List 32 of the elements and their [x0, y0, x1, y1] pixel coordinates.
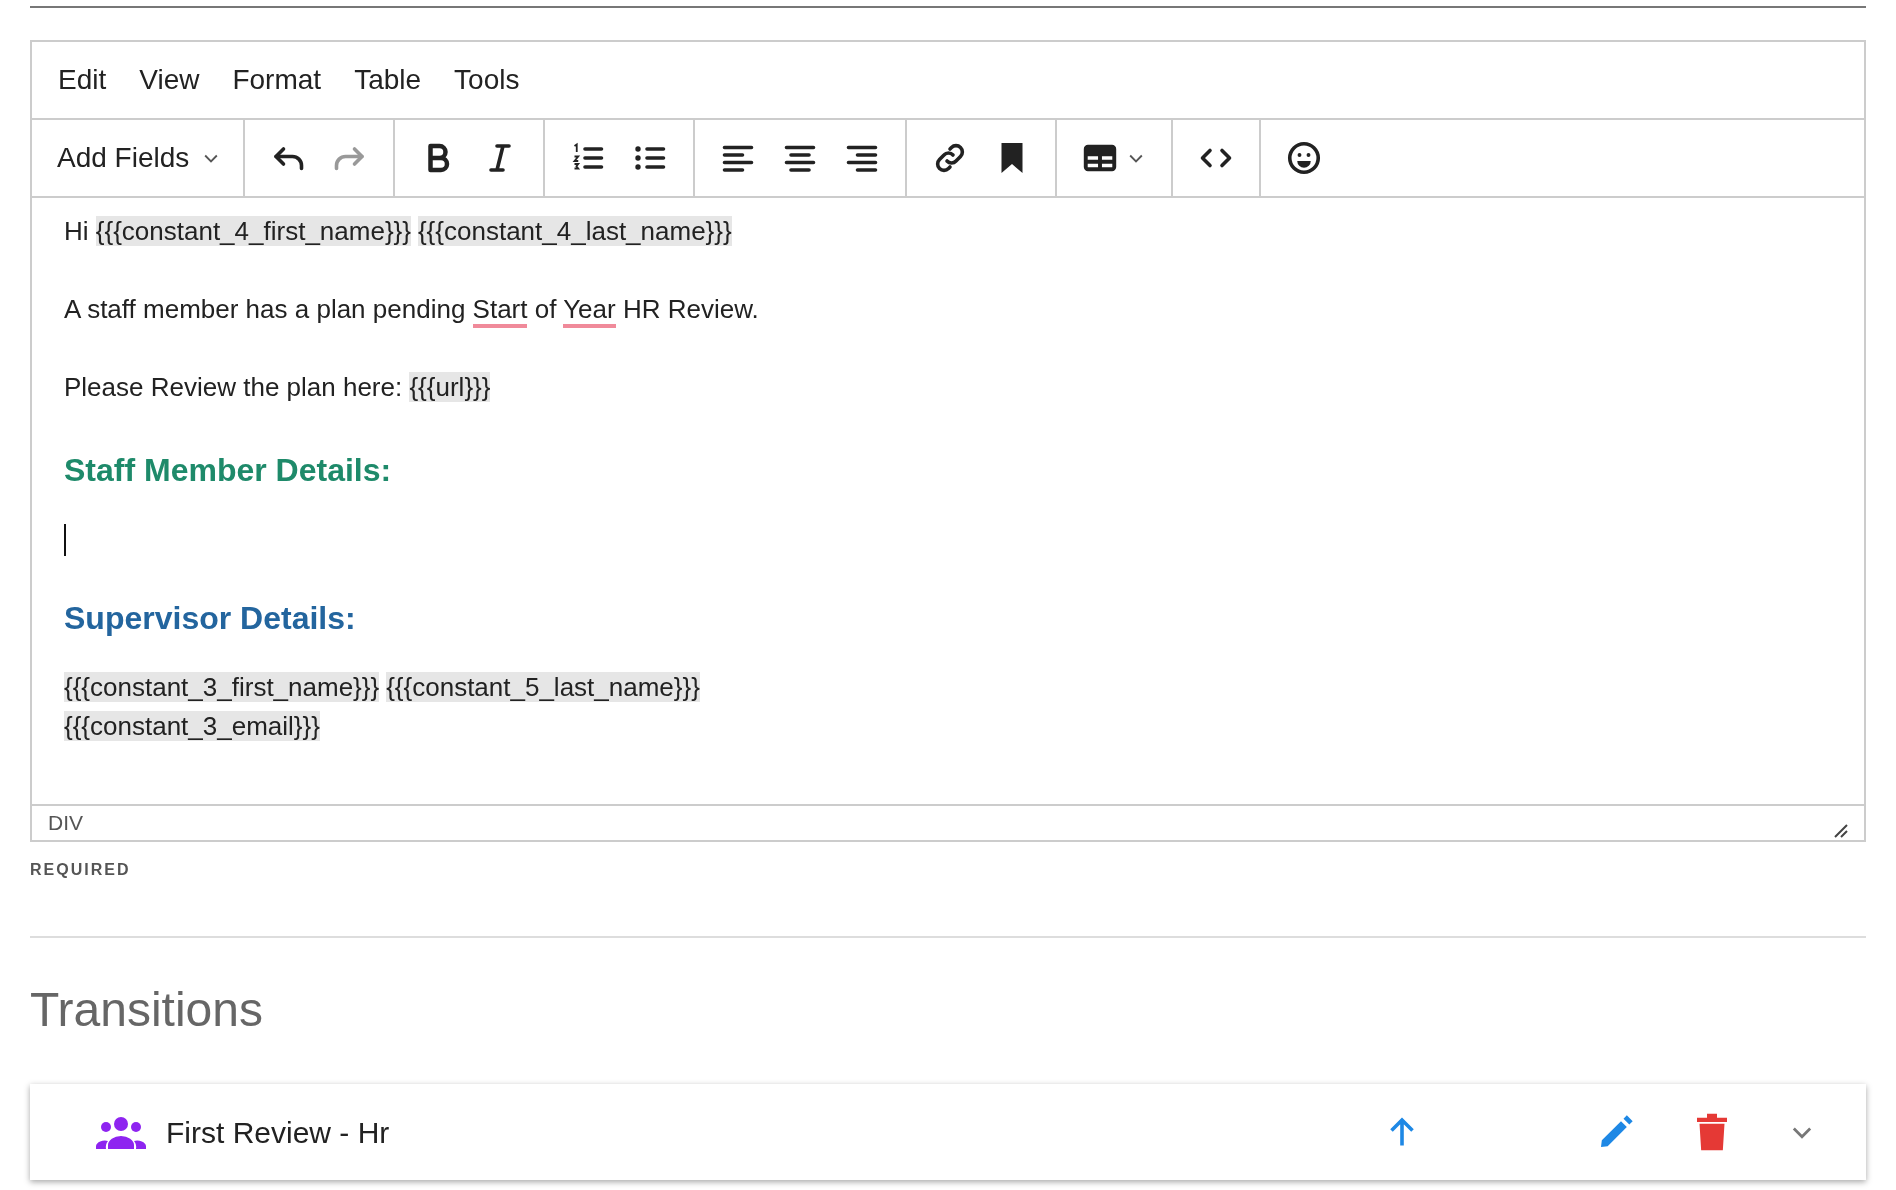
required-label: REQUIRED [30, 860, 132, 880]
menu-item[interactable]: View [139, 59, 200, 101]
text-caret [64, 523, 66, 556]
merge-field: {{{url}}} [409, 372, 491, 402]
element-path[interactable]: DIV [48, 807, 83, 839]
menu-item[interactable]: Edit [58, 59, 107, 101]
body-text: of [533, 294, 558, 324]
menu-item[interactable]: Table [354, 59, 422, 101]
body-text: HR Review. [621, 294, 759, 324]
body-text: A staff member has a plan pending [64, 294, 467, 324]
section-title: Transitions [30, 982, 264, 1038]
merge-field: {{{constant_3_email}}} [64, 711, 320, 741]
emoji-icon [1286, 140, 1323, 176]
misspelled-word: Start [472, 294, 528, 328]
toolbar-button[interactable] [1286, 140, 1323, 176]
merge-field: {{{constant_4_first_name}}} [95, 216, 411, 246]
menu-item[interactable]: Format [232, 59, 322, 101]
misspelled-word: Year [563, 294, 616, 328]
add-fields-dropdown[interactable]: Add Fields [32, 120, 246, 196]
body-text: Hi [64, 216, 90, 246]
merge-field: {{{constant_4_last_name}}} [417, 216, 732, 246]
section-heading: Staff Member Details: [64, 451, 393, 490]
resize-handle-icon[interactable] [1832, 822, 1848, 838]
menu-item[interactable]: Tools [454, 59, 520, 101]
merge-field: {{{constant_3_first_name}}} [64, 672, 380, 702]
section-heading: Supervisor Details: [64, 599, 357, 638]
body-text: Please Review the plan here: [64, 372, 404, 402]
people-group-icon [96, 1115, 146, 1149]
merge-field: {{{constant_5_last_name}}} [386, 672, 700, 702]
trash-icon [1694, 1112, 1730, 1152]
transition-name: First Review - Hr [166, 1114, 390, 1151]
delete-button[interactable] [1694, 1112, 1730, 1152]
